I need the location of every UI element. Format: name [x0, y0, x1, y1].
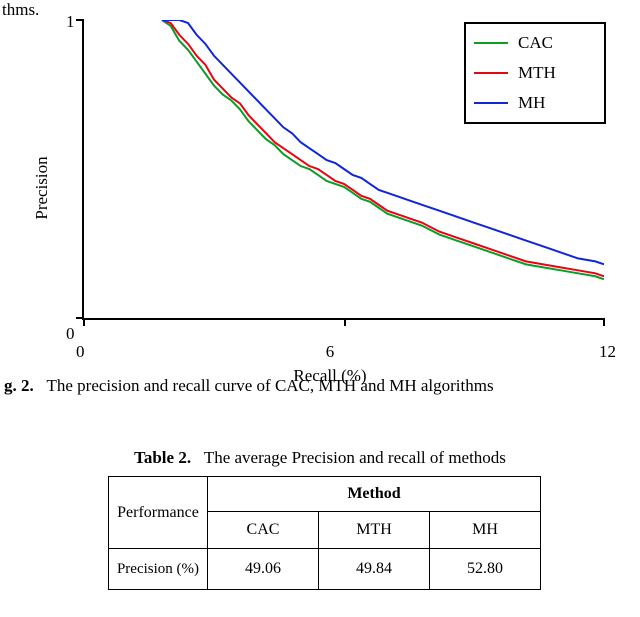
y-axis-label: Precision	[32, 156, 52, 219]
chart-axes: CAC MTH MH	[82, 20, 604, 320]
legend-swatch-mth	[474, 72, 508, 74]
table-cell: 49.84	[319, 549, 430, 590]
table-col-cac: CAC	[208, 512, 319, 549]
legend-label-mh: MH	[518, 93, 545, 113]
precision-recall-chart: 1 0 0 6 12 Precision Recall (%) CAC MTH	[50, 18, 610, 358]
table-caption: Table 2. The average Precision and recal…	[0, 448, 640, 468]
y-tick-0: 0	[66, 324, 75, 344]
y-tick-1: 1	[66, 12, 75, 32]
table-caption-prefix: Table 2.	[134, 448, 191, 467]
x-tick-6: 6	[326, 342, 335, 362]
legend-label-mth: MTH	[518, 63, 556, 83]
legend-item-mth: MTH	[474, 58, 594, 88]
figure-caption-prefix: g. 2.	[4, 376, 34, 395]
figure-caption: g. 2. The precision and recall curve of …	[4, 376, 636, 396]
table-header-performance: Performance	[109, 477, 208, 549]
table-cell: 52.80	[430, 549, 541, 590]
legend-swatch-mh	[474, 102, 508, 104]
table-caption-text: The average Precision and recall of meth…	[204, 448, 506, 467]
x-tick-0: 0	[76, 342, 85, 362]
table-header-method: Method	[208, 477, 541, 512]
legend-item-mh: MH	[474, 88, 594, 118]
table-row-name-precision: Precision (%)	[109, 549, 208, 590]
stray-text: thms.	[2, 0, 39, 20]
table-row: Precision (%) 49.06 49.84 52.80	[109, 549, 541, 590]
chart-legend: CAC MTH MH	[464, 22, 606, 124]
table-col-mth: MTH	[319, 512, 430, 549]
figure-caption-text: The precision and recall curve of CAC, M…	[47, 376, 494, 395]
x-tick-12: 12	[599, 342, 616, 362]
legend-item-cac: CAC	[474, 28, 594, 58]
legend-swatch-cac	[474, 42, 508, 44]
table-col-mh: MH	[430, 512, 541, 549]
table-row: Performance Method	[109, 477, 541, 512]
legend-label-cac: CAC	[518, 33, 553, 53]
methods-table: Performance Method CAC MTH MH Precision …	[108, 476, 541, 590]
table-cell: 49.06	[208, 549, 319, 590]
